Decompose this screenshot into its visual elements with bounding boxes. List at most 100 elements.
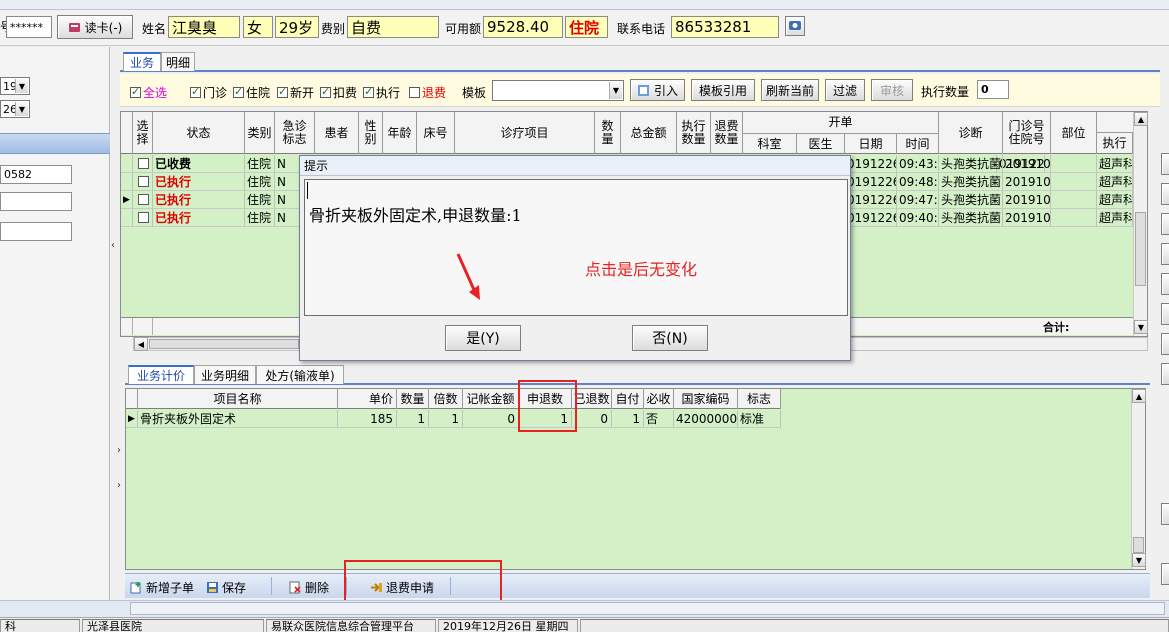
fee-col-national-code: 国家编码	[674, 389, 738, 409]
row-select-checkbox[interactable]	[133, 173, 153, 190]
select-all-label: 全选	[143, 86, 168, 100]
left-combo-2[interactable]: 26 ▼	[0, 100, 30, 118]
left-combo-1[interactable]: 19 ▼	[0, 77, 30, 95]
delete-button[interactable]: 删除	[288, 579, 329, 596]
right-edge-button-2[interactable]	[1161, 183, 1169, 205]
deduct-checkbox[interactable]: 扣费	[320, 84, 357, 101]
tab-prescription[interactable]: 处方(输液单)	[256, 365, 344, 384]
row-exec: 超声科	[1099, 173, 1133, 190]
tab-business-detail[interactable]: 业务明细	[194, 365, 256, 384]
filter-button[interactable]: 过滤	[825, 79, 865, 101]
splitter-right-arrow-icon[interactable]: ›	[117, 445, 125, 459]
right-edge-button-1[interactable]	[1161, 153, 1169, 175]
scroll-up-icon[interactable]: ▲	[1132, 389, 1146, 403]
statusbar: 科 光泽县医院 易联众医院信息综合管理平台 2019年12月26日 星期四	[0, 617, 1169, 632]
row-exec: 超声科	[1099, 191, 1133, 208]
row-date: 0191226	[847, 155, 897, 172]
fee-row-name: 骨折夹板外固定术	[138, 410, 338, 427]
col-qty: 数量	[595, 112, 621, 154]
fee-col-flag: 标志	[738, 389, 781, 409]
select-all-checkbox[interactable]: 全选	[130, 84, 167, 101]
row-select-checkbox[interactable]	[133, 191, 153, 208]
patient-name-field: 江臭臭	[168, 16, 240, 38]
import-button[interactable]: 引入	[630, 79, 685, 101]
right-edge-button-10[interactable]	[1161, 563, 1169, 585]
progress-area	[130, 602, 1165, 615]
row-date: 0191226	[847, 209, 897, 226]
left-field-1[interactable]: 0582	[0, 165, 72, 184]
scroll-thumb[interactable]	[1135, 212, 1146, 286]
add-sub-order-button[interactable]: 新增子单	[129, 579, 194, 596]
col-indicator	[121, 112, 133, 154]
tab-business[interactable]: 业务	[123, 52, 161, 71]
executed-checkbox[interactable]: 执行	[363, 84, 400, 101]
left-query-panel: 19 ▼ 26 ▼ 0582	[0, 47, 110, 600]
save-icon	[205, 581, 219, 595]
right-edge-button-4[interactable]	[1161, 243, 1169, 265]
delete-label: 删除	[305, 581, 330, 595]
splitter-left-arrow-icon[interactable]: ‹	[111, 240, 119, 254]
left-field-3[interactable]	[0, 222, 72, 241]
inpatient-checkbox[interactable]: 住院	[233, 84, 270, 101]
chevron-down-icon: ▼	[609, 82, 622, 99]
right-edge-button-9[interactable]	[1161, 503, 1169, 525]
read-card-button[interactable]: 读卡(-)	[57, 15, 133, 39]
exec-count-input[interactable]: 0	[977, 80, 1009, 99]
fee-type-field: 自费	[347, 16, 439, 38]
tab-detail[interactable]: 明细	[161, 52, 195, 71]
tab-fee-pricing[interactable]: 业务计价	[128, 365, 194, 384]
refresh-current-button[interactable]: 刷新当前	[761, 79, 819, 101]
rows-right-columns: 0191226 09:43: 头孢类抗菌 201910 超声科 0191226 …	[845, 155, 1133, 227]
row-select-checkbox[interactable]	[133, 155, 153, 172]
left-field-2[interactable]	[0, 192, 72, 211]
right-edge-button-3[interactable]	[1161, 213, 1169, 235]
lower-status-strip	[0, 600, 1169, 617]
dialog-yes-button[interactable]: 是(Y)	[445, 325, 521, 351]
dialog-no-button[interactable]: 否(N)	[632, 325, 708, 351]
splitter-right-arrow-icon-2[interactable]: ›	[117, 480, 125, 494]
main-grid-vscroll[interactable]: ▲ ▼	[1133, 112, 1148, 336]
card-number-field[interactable]: ******	[6, 16, 52, 38]
top-tab-strip: 业务 明细	[120, 52, 1160, 72]
review-button[interactable]: 审核	[871, 79, 913, 101]
admission-status-field: 住院	[565, 16, 608, 38]
col-visit-no: 门诊号住院号	[1003, 112, 1051, 154]
row-visit: 201910	[1005, 191, 1051, 208]
hscroll-thumb[interactable]	[149, 339, 299, 349]
camera-button[interactable]	[785, 16, 805, 36]
row-select-checkbox[interactable]	[133, 209, 153, 226]
fee-grid-vscroll[interactable]: ▲ ▼	[1131, 389, 1146, 569]
right-edge-button-5[interactable]	[1161, 273, 1169, 295]
chevron-down-icon: ▼	[15, 102, 28, 116]
table-row[interactable]: ▶ 骨折夹板外固定术 185 1 1 0 1 0 1 否 420000007 标…	[126, 410, 781, 428]
col-exec-qty: 执行数量	[677, 112, 711, 154]
row-exec: 超声科	[1099, 155, 1133, 172]
scroll-thumb[interactable]	[1133, 537, 1144, 553]
template-select[interactable]: ▼	[492, 80, 624, 101]
right-edge-button-6[interactable]	[1161, 303, 1169, 325]
scroll-down-icon[interactable]: ▼	[1132, 553, 1146, 567]
current-row-pointer-icon: ▶	[121, 191, 133, 208]
inpatient-label: 住院	[246, 86, 271, 100]
scroll-down-icon[interactable]: ▼	[1134, 320, 1148, 334]
refund-checkbox[interactable]: 退费	[409, 84, 446, 101]
grid-total-label: 合计:	[1043, 320, 1070, 334]
save-label: 保存	[222, 581, 247, 595]
scroll-up-icon[interactable]: ▲	[1134, 112, 1148, 126]
col-site: 部位	[1051, 112, 1097, 154]
chevron-down-icon: ▼	[15, 79, 28, 93]
template-ref-button[interactable]: 模板引用	[691, 79, 755, 101]
outpatient-checkbox[interactable]: 门诊	[190, 84, 227, 101]
row-visit: 201910	[1005, 209, 1051, 226]
new-checkbox[interactable]: 新开	[277, 84, 314, 101]
save-button[interactable]: 保存	[205, 579, 246, 596]
status-seg-date: 2019年12月26日 星期四	[438, 619, 578, 632]
right-edge-button-7[interactable]	[1161, 333, 1169, 355]
col-urgent: 急诊标志	[275, 112, 315, 154]
current-row-pointer-icon: ▶	[126, 410, 138, 427]
right-edge-button-8[interactable]	[1161, 363, 1169, 385]
checkbox-checked-icon	[320, 85, 331, 98]
scroll-left-icon[interactable]: ◀	[134, 337, 148, 351]
annotation-note: 点击是后无变化	[585, 260, 698, 279]
name-label: 姓名	[142, 22, 167, 36]
